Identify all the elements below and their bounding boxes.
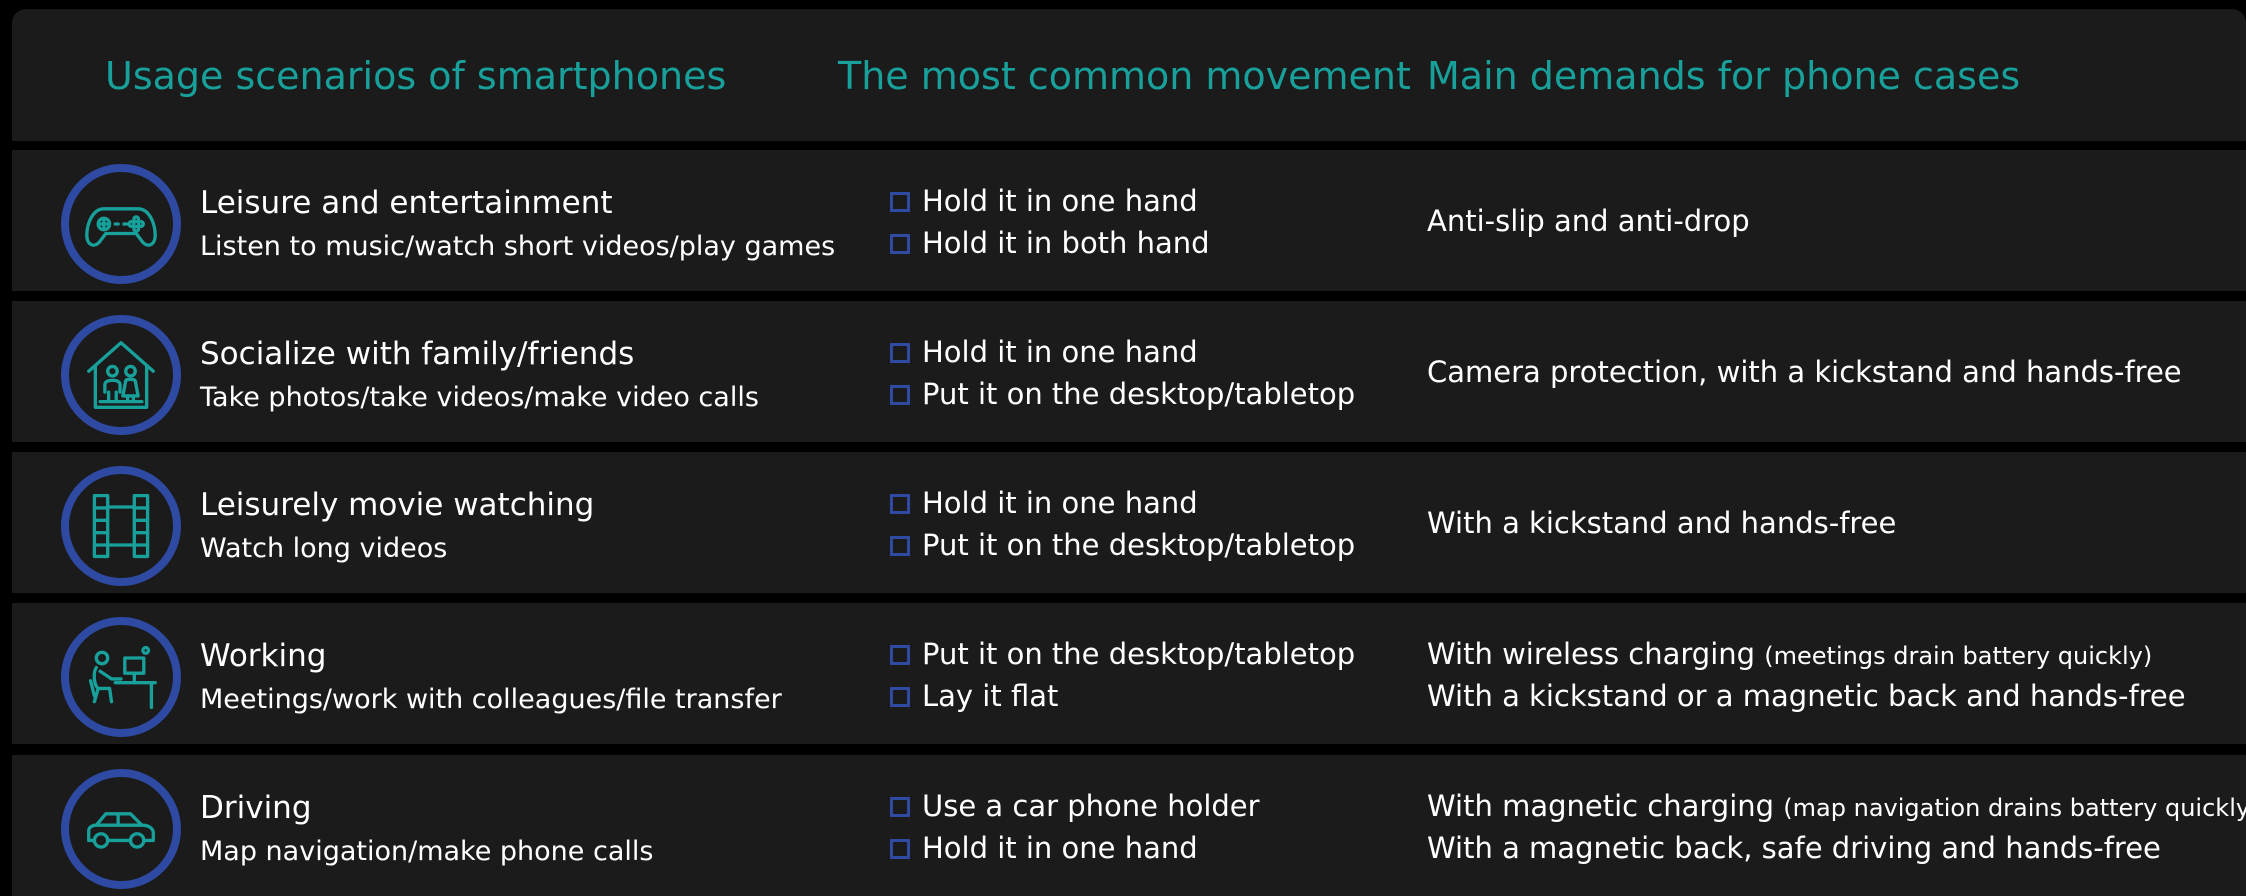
movement-label: Put it on the desktop/tabletop	[922, 377, 1356, 411]
checkbox-icon	[890, 191, 910, 212]
checkbox-icon	[890, 233, 910, 254]
scenario-title: Working	[200, 638, 327, 674]
movement-label: Lay it flat	[922, 679, 1059, 713]
gamepad-icon	[61, 164, 181, 284]
scenario-subtitle: Meetings/work with colleagues/file trans…	[200, 684, 782, 715]
demand-main: With wireless charging	[1427, 637, 1756, 671]
checkbox-icon	[890, 384, 910, 405]
demand-text: Camera protection, with a kickstand and …	[1427, 355, 2182, 389]
table-row: Leisure and entertainment Listen to musi…	[12, 150, 2246, 291]
movement-item: Hold it in one hand	[890, 338, 1198, 367]
movement-item: Hold it in one hand	[890, 834, 1198, 863]
movement-item: Put it on the desktop/tabletop	[890, 640, 1355, 669]
checkbox-icon	[890, 535, 910, 556]
checkbox-icon	[890, 342, 910, 363]
movement-item: Hold it in one hand	[890, 187, 1198, 216]
demand-text: With magnetic charging (map navigation d…	[1427, 792, 2246, 821]
scenario-subtitle: Watch long videos	[200, 533, 448, 564]
movement-label: Hold it in one hand	[922, 184, 1198, 218]
table-row: Leisurely movie watching Watch long vide…	[12, 452, 2246, 593]
movement-label: Put it on the desktop/tabletop	[922, 637, 1356, 671]
demand-text: With a kickstand or a magnetic back and …	[1427, 679, 2186, 713]
movement-label: Hold it in one hand	[922, 831, 1198, 865]
scenario-subtitle: Take photos/take videos/make video calls	[200, 382, 759, 413]
header-common-movement: The most common movement	[838, 54, 1411, 98]
demand-text: With wireless charging (meetings drain b…	[1427, 640, 2152, 669]
movement-label: Hold it in one hand	[922, 335, 1198, 369]
checkbox-icon	[890, 493, 910, 514]
movement-item: Hold it in one hand	[890, 489, 1198, 518]
checkbox-icon	[890, 838, 910, 859]
checkbox-icon	[890, 686, 910, 707]
table-row: Driving Map navigation/make phone calls …	[12, 755, 2246, 896]
movement-item: Put it on the desktop/tabletop	[890, 380, 1355, 409]
family-home-icon	[61, 315, 181, 435]
checkbox-icon	[890, 796, 910, 817]
demand-text: Anti-slip and anti-drop	[1427, 204, 1750, 238]
demand-note: (map navigation drains battery quickly)	[1783, 794, 2246, 822]
scenario-title: Leisure and entertainment	[200, 185, 613, 221]
movement-label: Hold it in one hand	[922, 486, 1198, 520]
person-at-desk-icon	[61, 617, 181, 737]
demand-text: With a magnetic back, safe driving and h…	[1427, 831, 2161, 865]
header-main-demands: Main demands for phone cases	[1427, 54, 2021, 98]
movement-item: Put it on the desktop/tabletop	[890, 531, 1355, 560]
checkbox-icon	[890, 644, 910, 665]
movement-label: Use a car phone holder	[922, 789, 1260, 823]
movement-label: Put it on the desktop/tabletop	[922, 528, 1356, 562]
movement-item: Use a car phone holder	[890, 792, 1260, 821]
car-icon	[61, 769, 181, 889]
scenario-subtitle: Listen to music/watch short videos/play …	[200, 231, 836, 262]
demand-main: With magnetic charging	[1427, 789, 1775, 823]
scenario-subtitle: Map navigation/make phone calls	[200, 836, 654, 867]
scenario-title: Socialize with family/friends	[200, 336, 635, 372]
table-header: Usage scenarios of smartphones The most …	[12, 9, 2246, 141]
movement-label: Hold it in both hand	[922, 226, 1210, 260]
movement-item: Hold it in both hand	[890, 229, 1210, 258]
film-strip-icon	[61, 466, 181, 586]
movement-item: Lay it flat	[890, 682, 1058, 711]
scenario-title: Leisurely movie watching	[200, 487, 595, 523]
table-row: Socialize with family/friends Take photo…	[12, 301, 2246, 442]
table-row: Working Meetings/work with colleagues/fi…	[12, 603, 2246, 744]
header-usage-scenarios: Usage scenarios of smartphones	[105, 54, 727, 98]
scenario-table: Usage scenarios of smartphones The most …	[12, 9, 2246, 896]
scenario-title: Driving	[200, 790, 312, 826]
demand-note: (meetings drain battery quickly)	[1764, 642, 2153, 670]
demand-text: With a kickstand and hands-free	[1427, 506, 1897, 540]
